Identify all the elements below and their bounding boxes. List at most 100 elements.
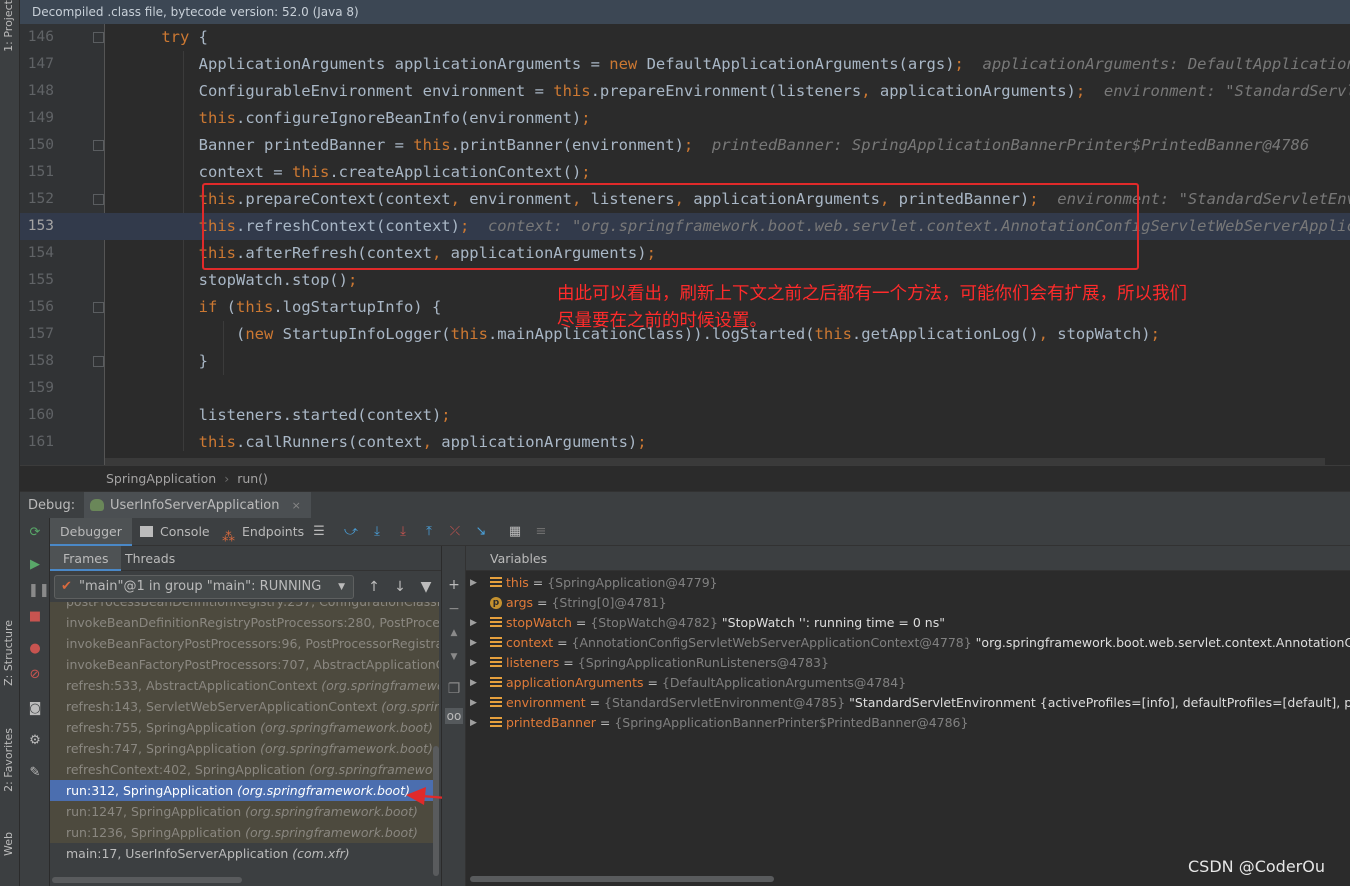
fold-marker-icon[interactable] <box>93 140 104 151</box>
frame-row[interactable]: invokeBeanFactoryPostProcessors:707, Abs… <box>50 654 439 675</box>
tab-project[interactable]: 1: Project <box>2 0 15 52</box>
frame-method: run:1236, SpringApplication <box>66 825 242 840</box>
add-watch-icon[interactable]: + <box>447 578 461 592</box>
variable-row[interactable]: ▶ environment = {StandardServletEnvironme… <box>466 693 1350 713</box>
frame-row[interactable]: main:17, UserInfoServerApplication (com.… <box>50 843 439 864</box>
arrow-up-icon[interactable]: ↑ <box>367 580 381 594</box>
frame-row[interactable]: run:1247, SpringApplication (org.springf… <box>50 801 439 822</box>
line-number: 159 <box>27 380 54 396</box>
tab-web[interactable]: Web <box>2 832 15 856</box>
expand-icon[interactable]: ▶ <box>470 653 477 673</box>
tab-threads[interactable]: Threads <box>112 546 188 571</box>
fold-marker-icon[interactable] <box>93 32 104 43</box>
move-up-icon[interactable]: ▲ <box>447 626 461 640</box>
expand-icon[interactable]: ▶ <box>470 713 477 733</box>
frame-row[interactable]: refresh:143, ServletWebServerApplication… <box>50 696 439 717</box>
evaluate-icon[interactable]: ▦ <box>508 525 522 539</box>
menu-icon[interactable]: ☰ <box>312 525 326 539</box>
thread-select[interactable]: ✔ "main"@1 in group "main": RUNNING ▼ <box>54 575 354 599</box>
frame-package: (com.xfr) <box>292 846 350 861</box>
expand-icon[interactable]: ▶ <box>470 673 477 693</box>
variable-row[interactable]: ▶ applicationArguments = {DefaultApplicat… <box>466 673 1350 693</box>
variable-row[interactable]: ▶ stopWatch = {StopWatch@4782} "StopWatch… <box>466 613 1350 633</box>
code-line[interactable]: 148 ConfigurableEnvironment environment … <box>20 78 1350 105</box>
fold-marker-icon[interactable] <box>93 356 104 367</box>
close-icon[interactable]: × <box>292 499 301 512</box>
tab-structure[interactable]: Z: Structure <box>2 620 15 686</box>
show-execution-point-icon[interactable]: ⤻ <box>344 525 358 539</box>
tab-endpoints[interactable]: ⁂ Endpoints <box>216 518 314 546</box>
code-token: ; <box>581 109 591 127</box>
expand-icon[interactable]: ▶ <box>470 693 477 713</box>
frames-horizontal-scrollbar[interactable] <box>52 877 242 883</box>
breadcrumb-class[interactable]: SpringApplication <box>106 471 216 486</box>
step-out-icon[interactable]: ⤒ <box>422 525 436 539</box>
code-line[interactable]: 160 listeners.started(context); <box>20 402 1350 429</box>
frame-row[interactable]: run:312, SpringApplication (org.springfr… <box>50 780 439 801</box>
variable-row[interactable]: p args = {String[0]@4781} <box>466 593 1350 613</box>
step-into-icon[interactable]: ⤓ <box>396 525 410 539</box>
camera-icon[interactable]: ◙ <box>28 702 42 716</box>
breadcrumb-method[interactable]: run() <box>237 471 268 486</box>
expand-icon[interactable]: ▶ <box>470 633 477 653</box>
tab-console[interactable]: Console <box>134 518 220 546</box>
debug-session-tab[interactable]: UserInfoServerApplication × <box>84 492 311 519</box>
copy-icon[interactable]: ❐ <box>447 682 461 696</box>
mute-breakpoints-icon[interactable]: ⊘ <box>28 668 42 682</box>
variable-row[interactable]: ▶ listeners = {SpringApplicationRunListen… <box>466 653 1350 673</box>
remove-watch-icon[interactable]: − <box>447 602 461 616</box>
code-line[interactable]: 159 <box>20 375 1350 402</box>
arrow-down-icon[interactable]: ↓ <box>393 580 407 594</box>
variable-row[interactable]: ▶ printedBanner = {SpringApplicationBanne… <box>466 713 1350 733</box>
tab-frames[interactable]: Frames <box>50 546 122 571</box>
drop-frame-icon[interactable]: ⤫ <box>448 525 462 539</box>
code-line[interactable]: 146 try { <box>20 24 1350 51</box>
code-line[interactable]: 151 context = this.createApplicationCont… <box>20 159 1350 186</box>
frame-row[interactable]: refresh:755, SpringApplication (org.spri… <box>50 717 439 738</box>
gear-icon[interactable]: ⚙ <box>28 734 42 748</box>
frame-row[interactable]: run:1236, SpringApplication (org.springf… <box>50 822 439 843</box>
expand-icon[interactable]: ▶ <box>470 613 477 633</box>
frame-package: (org.springframework.boot) <box>309 762 439 777</box>
frame-row[interactable]: refreshContext:402, SpringApplication (o… <box>50 759 439 780</box>
frames-list[interactable]: postProcessBeanDefinitionRegistry:237, C… <box>50 602 439 878</box>
variable-row[interactable]: ▶ this = {SpringApplication@4779} <box>466 573 1350 593</box>
code-line[interactable]: 147 ApplicationArguments applicationArgu… <box>20 51 1350 78</box>
frame-row[interactable]: postProcessBeanDefinitionRegistry:237, C… <box>50 602 439 612</box>
frame-row[interactable]: invokeBeanFactoryPostProcessors:96, Post… <box>50 633 439 654</box>
code-editor[interactable]: 146 try {147 ApplicationArguments applic… <box>20 24 1350 465</box>
code-line[interactable]: 149 this.configureIgnoreBeanInfo(environ… <box>20 105 1350 132</box>
fold-marker-icon[interactable] <box>93 302 104 313</box>
tab-debugger[interactable]: Debugger <box>50 518 132 546</box>
trace-icon[interactable]: ≡ <box>534 525 548 539</box>
view-breakpoints-icon[interactable]: ● <box>28 642 42 656</box>
pin-icon[interactable]: ✎ <box>28 766 42 780</box>
run-to-cursor-icon[interactable]: ↘ <box>474 525 488 539</box>
line-number: 149 <box>27 110 54 126</box>
variable-row[interactable]: ▶ context = {AnnotationConfigServletWebSe… <box>466 633 1350 653</box>
rerun-icon[interactable]: ⟳ <box>28 526 42 540</box>
code-line[interactable]: 158 } <box>20 348 1350 375</box>
frame-row[interactable]: invokeBeanDefinitionRegistryPostProcesso… <box>50 612 439 633</box>
pause-icon[interactable]: ❚❚ <box>28 584 50 598</box>
filter-icon[interactable]: ▼ <box>419 580 433 594</box>
expand-icon[interactable]: ▶ <box>470 573 477 593</box>
glasses-icon[interactable]: oo <box>445 708 463 724</box>
annotation-text: 由此可以看出，刷新上下文之前之后都有一个方法，可能你们会有扩展，所以我们 尽量要… <box>557 281 1337 335</box>
tab-console-label: Console <box>160 524 210 539</box>
stop-icon[interactable]: ■ <box>28 610 42 624</box>
frame-row[interactable]: refresh:533, AbstractApplicationContext … <box>50 675 439 696</box>
variables-horizontal-scrollbar[interactable] <box>470 876 774 882</box>
frame-row[interactable]: refresh:747, SpringApplication (org.spri… <box>50 738 439 759</box>
editor-horizontal-scrollbar[interactable] <box>105 458 1325 465</box>
step-over-icon[interactable]: ⤓ <box>370 525 384 539</box>
code-token: ( <box>217 298 236 316</box>
resume-icon[interactable]: ▶ <box>28 558 42 572</box>
frames-panel: Frames Threads ✔ "main"@1 in group "main… <box>50 546 442 886</box>
move-down-icon[interactable]: ▼ <box>447 650 461 664</box>
fold-marker-icon[interactable] <box>93 194 104 205</box>
code-line[interactable]: 150 Banner printedBanner = this.printBan… <box>20 132 1350 159</box>
tab-favorites[interactable]: 2: Favorites <box>2 728 15 792</box>
code-line[interactable]: 161 this.callRunners(context, applicatio… <box>20 429 1350 456</box>
